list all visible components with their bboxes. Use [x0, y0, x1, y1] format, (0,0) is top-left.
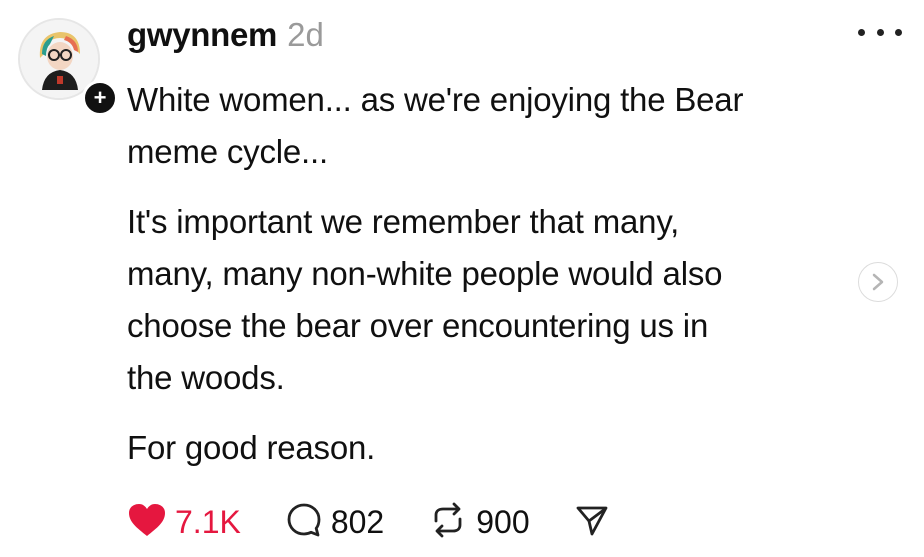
comment-icon[interactable]	[285, 501, 323, 544]
thread-post: + gwynnem 2d White women... as we're enj…	[0, 0, 924, 557]
action-bar: 7.1K 802 900	[127, 500, 654, 544]
post-paragraph: White women... as we're enjoying the Bea…	[127, 81, 744, 170]
like-button[interactable]: 7.1K	[127, 502, 241, 543]
send-icon[interactable]	[574, 502, 610, 543]
heart-icon[interactable]	[127, 502, 167, 543]
repost-icon[interactable]	[428, 501, 468, 544]
repost-count: 900	[476, 503, 530, 540]
post-body: White women... as we're enjoying the Bea…	[127, 74, 887, 492]
post-header: gwynnem 2d	[127, 16, 324, 60]
share-button[interactable]	[574, 502, 610, 543]
chevron-right-icon[interactable]	[858, 262, 898, 302]
comment-button[interactable]: 802	[285, 501, 384, 544]
author-avatar-group[interactable]: +	[18, 18, 118, 116]
timestamp[interactable]: 2d	[287, 16, 324, 54]
comment-count: 802	[330, 503, 385, 540]
plus-icon[interactable]: +	[82, 80, 118, 116]
like-count: 7.1K	[175, 503, 241, 540]
post-paragraph: For good reason.	[127, 429, 376, 466]
post-paragraph: It's important we remember that many, ma…	[127, 203, 723, 396]
username[interactable]: gwynnem	[127, 16, 277, 54]
repost-button[interactable]: 900	[428, 501, 530, 544]
more-icon[interactable]	[858, 22, 902, 42]
